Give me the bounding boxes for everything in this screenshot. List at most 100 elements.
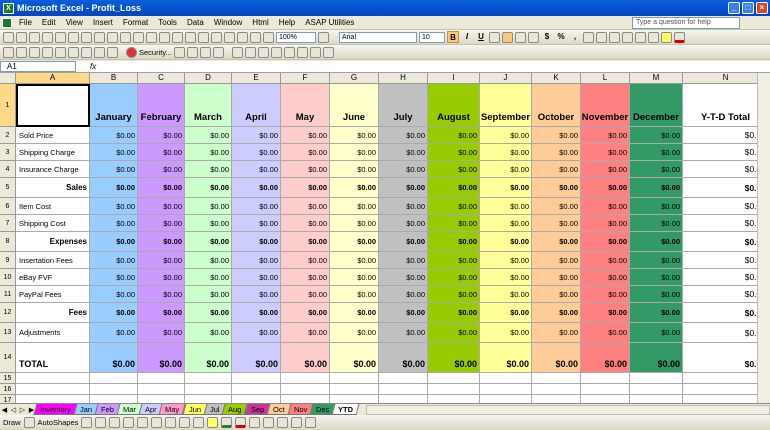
permission-icon[interactable] — [42, 31, 53, 43]
utility-icon-6[interactable] — [68, 46, 79, 58]
value-cell[interactable]: $0.00 — [630, 323, 683, 343]
value-cell[interactable]: $0.00 — [281, 252, 330, 269]
column-header-k[interactable]: K — [532, 73, 581, 84]
column-header-l[interactable]: L — [581, 73, 630, 84]
empty-cell[interactable] — [428, 373, 480, 384]
value-cell[interactable]: $0.00 — [379, 269, 428, 286]
value-cell[interactable]: $0.00 — [581, 144, 630, 161]
row-header-13[interactable]: 13 — [0, 323, 16, 343]
value-cell[interactable]: $0.00 — [281, 178, 330, 198]
value-cell[interactable]: $0.00 — [330, 127, 379, 144]
excel-icon[interactable]: X — [3, 2, 14, 14]
row-header-2[interactable]: 2 — [0, 127, 16, 144]
underline-button[interactable]: U — [475, 31, 487, 43]
month-header-february[interactable]: February — [138, 84, 185, 127]
diagram-icon[interactable] — [165, 417, 177, 428]
script-editor-icon[interactable] — [212, 46, 224, 58]
empty-cell[interactable] — [232, 373, 281, 384]
menu-asap-utilities[interactable]: ASAP Utilities — [300, 18, 359, 27]
empty-cell[interactable] — [90, 395, 138, 403]
value-cell[interactable]: $0.00 — [138, 232, 185, 252]
value-cell[interactable]: $0.00 — [138, 144, 185, 161]
month-header-march[interactable]: March — [185, 84, 232, 127]
value-cell[interactable]: $0.00 — [281, 232, 330, 252]
zoom-select[interactable]: 100% — [276, 31, 316, 43]
value-cell[interactable]: $0.00 — [232, 127, 281, 144]
value-cell[interactable]: $0.00 — [185, 343, 232, 373]
name-box[interactable]: A1 — [0, 61, 76, 72]
arrow-icon[interactable] — [95, 417, 107, 428]
row-label[interactable]: Shipping Cost — [16, 215, 90, 232]
value-cell[interactable]: $0.00 — [428, 144, 480, 161]
value-cell[interactable]: $0.00 — [281, 323, 330, 343]
help-search-input[interactable]: Type a question for help — [632, 17, 740, 29]
align-center-icon[interactable] — [502, 31, 513, 43]
empty-cell[interactable] — [480, 373, 532, 384]
empty-cell[interactable] — [90, 373, 138, 384]
value-cell[interactable]: $0.00 — [232, 343, 281, 373]
value-cell[interactable]: $0.00 — [532, 269, 581, 286]
value-cell[interactable]: $0.00 — [532, 127, 581, 144]
row-header-12[interactable]: 12 — [0, 303, 16, 323]
row-header-10[interactable]: 10 — [0, 269, 16, 286]
control-toolbox-icon[interactable] — [186, 46, 198, 58]
print-icon[interactable] — [68, 31, 79, 43]
font-color-icon[interactable] — [674, 31, 685, 43]
row-label[interactable]: Shipping Charge — [16, 144, 90, 161]
value-cell[interactable]: $0.00 — [281, 127, 330, 144]
redo-icon[interactable] — [185, 31, 196, 43]
value-cell[interactable]: $0.00 — [185, 198, 232, 215]
value-cell[interactable]: $0.00 — [90, 232, 138, 252]
value-cell[interactable]: $0.00 — [379, 215, 428, 232]
next-sheet-button[interactable]: ▷ — [18, 406, 27, 414]
value-cell[interactable]: $0.00 — [232, 232, 281, 252]
value-cell[interactable]: $0.00 — [138, 343, 185, 373]
value-cell[interactable]: $0.00 — [90, 269, 138, 286]
menu-insert[interactable]: Insert — [88, 18, 118, 27]
value-cell[interactable]: $0.00 — [90, 161, 138, 178]
arrow-style-icon[interactable] — [277, 417, 289, 428]
month-header-october[interactable]: October — [532, 84, 581, 127]
row-label[interactable]: Expenses — [16, 232, 90, 252]
column-header-c[interactable]: C — [138, 73, 185, 84]
value-cell[interactable]: $0.00 — [480, 198, 532, 215]
form-icon-7[interactable] — [309, 46, 321, 58]
select-all-corner[interactable] — [0, 73, 16, 84]
menu-view[interactable]: View — [61, 18, 88, 27]
row-label[interactable]: Insurance Charge — [16, 161, 90, 178]
shadow-icon[interactable] — [291, 417, 303, 428]
new-icon[interactable] — [3, 31, 14, 43]
security-icon[interactable] — [126, 46, 137, 58]
utility-icon-7[interactable] — [81, 46, 92, 58]
empty-cell[interactable] — [379, 395, 428, 403]
value-cell[interactable]: $0.00 — [232, 144, 281, 161]
value-cell[interactable]: $0.00 — [330, 252, 379, 269]
value-cell[interactable]: $0.00 — [232, 161, 281, 178]
value-cell[interactable]: $0.00 — [379, 232, 428, 252]
empty-cell[interactable] — [281, 373, 330, 384]
empty-cell[interactable] — [581, 384, 630, 395]
empty-cell[interactable] — [138, 373, 185, 384]
value-cell[interactable]: $0.00 — [532, 303, 581, 323]
row-label[interactable]: PayPal Fees — [16, 286, 90, 303]
workbook-icon[interactable] — [2, 17, 12, 28]
value-cell[interactable]: $0.00 — [581, 178, 630, 198]
value-cell[interactable]: $0.00 — [428, 215, 480, 232]
maximize-button[interactable]: □ — [742, 2, 754, 14]
fx-label[interactable]: fx — [90, 62, 96, 71]
empty-cell[interactable] — [630, 373, 683, 384]
value-cell[interactable]: $0.00 — [185, 323, 232, 343]
month-header-november[interactable]: November — [581, 84, 630, 127]
row-header-17[interactable]: 17 — [0, 395, 16, 403]
value-cell[interactable]: $0.00 — [630, 198, 683, 215]
column-header-i[interactable]: I — [428, 73, 480, 84]
line-icon[interactable] — [81, 417, 93, 428]
value-cell[interactable]: $0.00 — [281, 343, 330, 373]
value-cell[interactable]: $0.00 — [630, 286, 683, 303]
row-label[interactable]: TOTAL — [16, 343, 90, 373]
form-icon-5[interactable] — [283, 46, 295, 58]
utility-icon-9[interactable] — [107, 46, 118, 58]
value-cell[interactable]: $0.00 — [281, 144, 330, 161]
value-cell[interactable]: $0.00 — [330, 269, 379, 286]
menu-edit[interactable]: Edit — [37, 18, 61, 27]
